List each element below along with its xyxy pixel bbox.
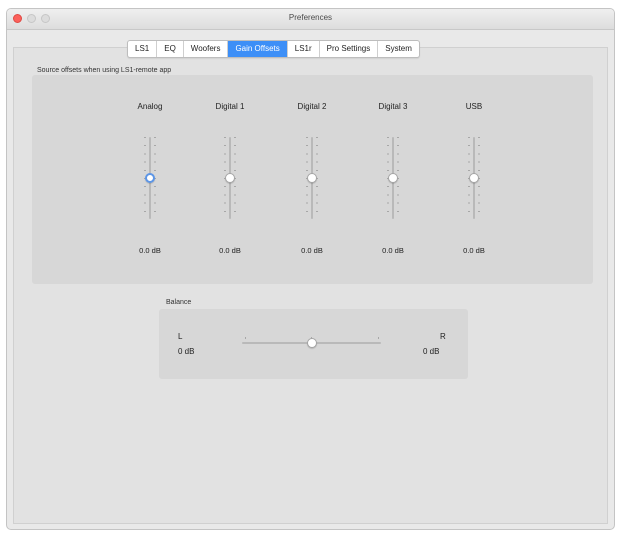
tab-system[interactable]: System (378, 41, 419, 57)
channel-analog: Analog 0.0 dB (120, 75, 180, 284)
channel-digital-3: Digital 3 0.0 dB (363, 75, 423, 284)
tab-gain-offsets[interactable]: Gain Offsets (228, 41, 288, 57)
channel-usb: USB 0.0 dB (444, 75, 504, 284)
channel-value: 0.0 dB (463, 246, 485, 255)
slider-ticks (234, 137, 246, 219)
digital-2-gain-slider-knob[interactable] (307, 173, 317, 183)
channel-label: Digital 1 (215, 102, 245, 111)
tab-woofers[interactable]: Woofers (184, 41, 229, 57)
balance-right-label: R (440, 332, 446, 341)
tab-pro-settings[interactable]: Pro Settings (320, 41, 379, 57)
channel-value: 0.0 dB (139, 246, 161, 255)
digital-1-gain-slider-knob[interactable] (225, 173, 235, 183)
window-title: Preferences (288, 13, 333, 22)
balance-label: Balance (166, 299, 192, 306)
channel-label: USB (465, 102, 483, 111)
balance-left-value: 0 dB (178, 347, 195, 356)
analog-gain-slider-knob[interactable] (145, 173, 155, 183)
slider-ticks (397, 137, 409, 219)
source-offsets-label: Source offsets when using LS1-remote app (37, 67, 172, 74)
channel-digital-2: Digital 2 0.0 dB (282, 75, 342, 284)
balance-tick (245, 337, 246, 339)
slider-ticks (478, 137, 490, 219)
channel-digital-1: Digital 1 0.0 dB (200, 75, 260, 284)
slider-ticks (316, 137, 328, 219)
channel-value: 0.0 dB (219, 246, 241, 255)
channel-label: Analog (137, 102, 163, 111)
balance-left-label: L (178, 332, 183, 341)
balance-panel: L 0 dB R 0 dB (159, 309, 468, 379)
usb-gain-slider-knob[interactable] (469, 173, 479, 183)
channel-label: Digital 2 (297, 102, 327, 111)
title-bar[interactable]: Preferences (7, 9, 614, 30)
source-offsets-panel: Analog 0.0 dB Digital 1 0.0 dB Digital 2… (32, 75, 593, 284)
tab-ls1r[interactable]: LS1r (288, 41, 320, 57)
tab-eq[interactable]: EQ (157, 41, 184, 57)
channel-label: Digital 3 (378, 102, 408, 111)
channel-value: 0.0 dB (382, 246, 404, 255)
tab-bar: LS1 EQ Woofers Gain Offsets LS1r Pro Set… (127, 40, 420, 58)
channel-value: 0.0 dB (301, 246, 323, 255)
tab-ls1[interactable]: LS1 (128, 41, 158, 57)
balance-tick (378, 337, 379, 339)
slider-ticks (154, 137, 166, 219)
balance-slider-knob[interactable] (306, 338, 317, 348)
balance-right-value: 0 dB (423, 347, 440, 356)
digital-3-gain-slider-knob[interactable] (388, 173, 398, 183)
